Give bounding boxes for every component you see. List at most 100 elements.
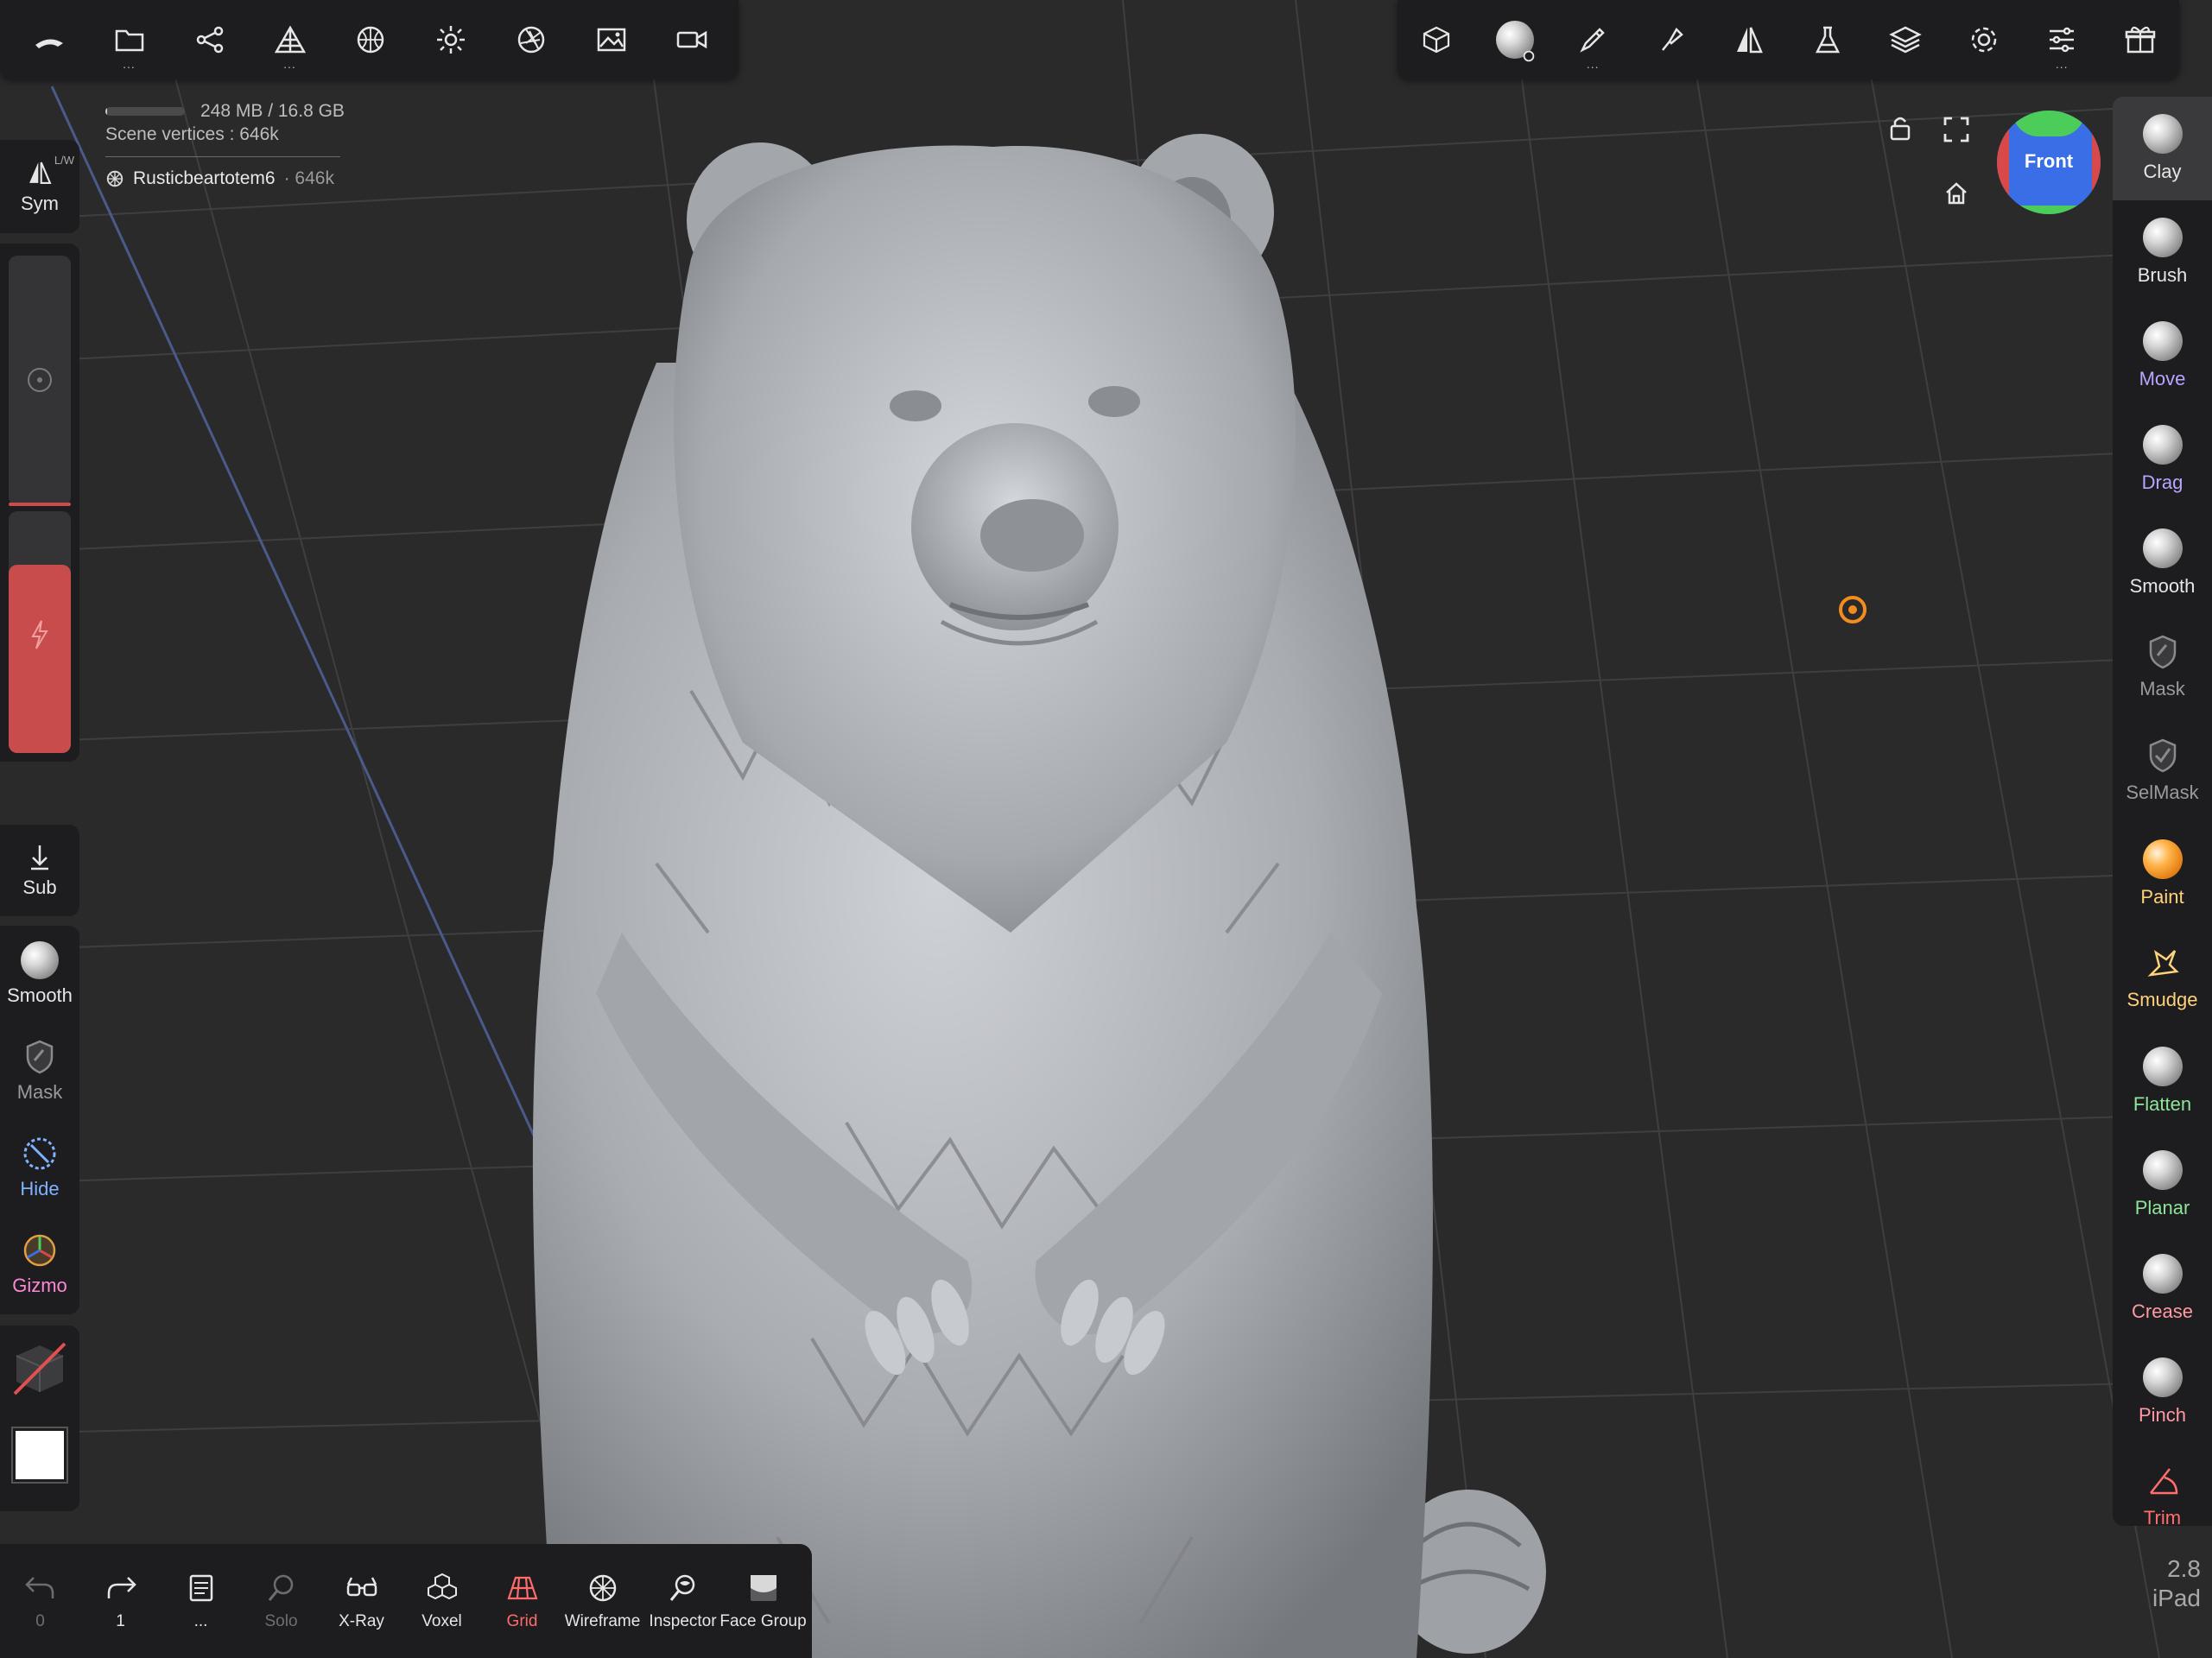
matcap-panel <box>0 1326 79 1511</box>
tool-brush[interactable]: Brush <box>2113 200 2212 304</box>
tool-mask[interactable]: Mask <box>2113 615 2212 718</box>
history-button[interactable]: ... <box>161 1544 241 1658</box>
paint-icon <box>2142 839 2183 879</box>
inspector-button[interactable]: Inspector <box>643 1544 723 1658</box>
flatten-icon <box>2142 1047 2183 1086</box>
xray-glasses-icon <box>346 1577 377 1597</box>
trim-icon <box>2149 1468 2177 1495</box>
lock-icon[interactable] <box>1888 114 1912 142</box>
solo-button[interactable]: Solo <box>241 1544 321 1658</box>
tool-flatten[interactable]: Flatten <box>2113 1029 2212 1133</box>
solo-icon <box>268 1574 293 1601</box>
tool-label: Planar <box>2134 1197 2190 1218</box>
symmetry-toggle[interactable]: L/W Sym <box>0 140 79 233</box>
tool-drag[interactable]: Drag <box>2113 408 2212 511</box>
grid-icon <box>506 1576 538 1600</box>
xray-button[interactable]: X-Ray <box>321 1544 402 1658</box>
background-button[interactable] <box>571 0 651 79</box>
voxel-button[interactable]: Voxel <box>402 1544 482 1658</box>
hidden-cube-button[interactable] <box>0 1326 79 1412</box>
tool-paint[interactable]: Paint <box>2113 822 2212 926</box>
folder-icon <box>115 29 143 52</box>
left-tools-panel: Smooth Mask Hide Gizmo <box>0 926 79 1314</box>
history-label: ... <box>193 1612 208 1630</box>
material-button[interactable] <box>330 0 410 79</box>
tool-label: Smudge <box>2126 989 2198 1010</box>
video-camera-icon <box>676 30 707 49</box>
tool-smooth[interactable]: Smooth <box>2113 511 2212 615</box>
face-group-button[interactable]: Face Group <box>719 1544 807 1658</box>
tool-settings-button[interactable] <box>1632 0 1711 79</box>
left-tool-hide[interactable]: Hide <box>0 1119 79 1216</box>
redo-button[interactable]: 1 <box>80 1544 161 1658</box>
gift-button[interactable] <box>2101 0 2180 79</box>
menu-logo-button[interactable] <box>9 0 89 79</box>
layers-button[interactable] <box>1867 0 1945 79</box>
fullscreen-icon[interactable] <box>1943 117 1969 142</box>
voxel-label: Voxel <box>421 1612 462 1630</box>
tool-label: Smooth <box>2129 575 2196 597</box>
left-tool-mask[interactable]: Mask <box>0 1022 79 1119</box>
tool-trim[interactable]: Trim <box>2113 1444 2212 1526</box>
symmetry-icon <box>29 161 52 184</box>
tool-crease[interactable]: Crease <box>2113 1237 2212 1340</box>
wireframe-button[interactable]: Wireframe <box>562 1544 643 1658</box>
layers-icon <box>1889 26 1923 54</box>
left-tool-smooth[interactable]: Smooth <box>0 926 79 1022</box>
smudge-icon <box>2147 950 2179 977</box>
symmetry-icon <box>1737 27 1764 54</box>
color-swatch-button[interactable] <box>0 1412 79 1498</box>
sun-icon <box>436 26 465 54</box>
left-tool-gizmo[interactable]: Gizmo <box>0 1216 79 1313</box>
crease-icon <box>2142 1254 2183 1294</box>
files-more-dots: ... <box>123 57 136 71</box>
interface-button[interactable]: ... <box>2023 0 2101 79</box>
smooth-icon <box>2142 528 2183 568</box>
tool-smudge[interactable]: Smudge <box>2113 926 2212 1029</box>
tool-move[interactable]: Move <box>2113 304 2212 408</box>
tool-selmask[interactable]: SelMask <box>2113 718 2212 822</box>
mask-icon <box>2149 635 2176 669</box>
intensity-slider[interactable] <box>9 511 71 753</box>
lightning-icon <box>31 620 48 649</box>
radius-target-icon <box>28 368 52 392</box>
memory-bar-fill <box>105 107 107 116</box>
selected-object-row[interactable]: Rusticbeartotem6 · 646k <box>105 166 345 192</box>
interaction-button[interactable] <box>1398 0 1476 79</box>
topology-button[interactable]: ... <box>250 0 330 79</box>
tool-clay[interactable]: Clay <box>2113 97 2212 200</box>
tool-label: Pinch <box>2138 1404 2187 1426</box>
object-mesh-icon <box>106 170 124 187</box>
tool-label: Mask <box>2139 678 2185 699</box>
color-swatch <box>11 1427 68 1484</box>
files-button[interactable]: ... <box>89 0 169 79</box>
3d-viewport[interactable] <box>0 0 2212 1658</box>
view-cube[interactable]: Front <box>1997 111 2101 214</box>
video-button[interactable] <box>651 0 732 79</box>
scene-button[interactable] <box>169 0 250 79</box>
radius-slider[interactable] <box>9 256 71 506</box>
mesh-topology-icon <box>274 25 306 54</box>
material-preview-button[interactable] <box>1476 0 1555 79</box>
aperture-icon <box>517 26 544 54</box>
lighting-button[interactable] <box>410 0 491 79</box>
undo-button[interactable]: 0 <box>0 1544 80 1658</box>
sub-toggle[interactable]: Sub <box>0 825 79 916</box>
tool-label: Crease <box>2132 1300 2193 1322</box>
pinch-icon <box>2142 1357 2183 1397</box>
grid-button[interactable]: Grid <box>482 1544 562 1658</box>
symmetry-button[interactable] <box>1710 0 1789 79</box>
view-cube-label: Front <box>2024 150 2074 172</box>
right-tools-panel: Clay Brush Move Drag Smooth Mask SelMask… <box>2113 97 2212 1526</box>
camera-settings-button[interactable] <box>491 0 571 79</box>
memory-row: 248 MB / 16.8 GB <box>105 99 345 123</box>
settings-button[interactable] <box>1945 0 2024 79</box>
clay-icon <box>2142 114 2183 154</box>
tool-pinch[interactable]: Pinch <box>2113 1340 2212 1444</box>
experimental-button[interactable] <box>1789 0 1867 79</box>
version-number: 2.8 <box>2167 1555 2201 1582</box>
tool-planar[interactable]: Planar <box>2113 1133 2212 1237</box>
stroke-button[interactable]: ... <box>1554 0 1632 79</box>
home-icon[interactable] <box>1943 180 1969 206</box>
interface-more-dots: ... <box>2055 57 2069 71</box>
